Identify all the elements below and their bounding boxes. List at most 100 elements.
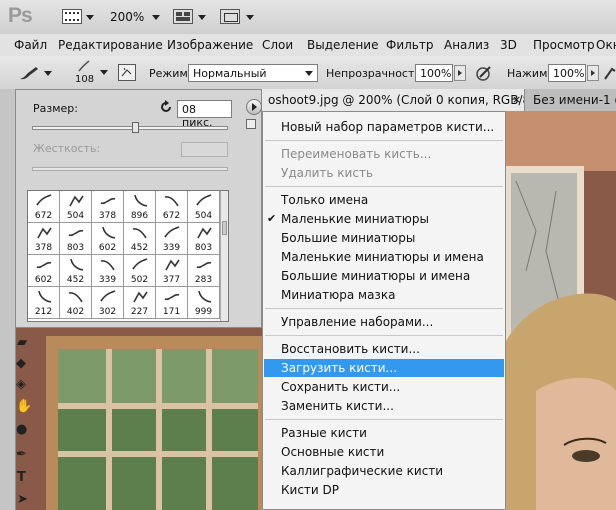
brush-preset-cell[interactable]: 402: [60, 287, 92, 319]
menu-item[interactable]: Управление наборами...: [264, 313, 504, 331]
brush-preset-cell[interactable]: 227: [124, 287, 156, 319]
brush-preset-size: 171: [162, 307, 181, 317]
eraser-tool-alt-icon[interactable]: ◆: [16, 356, 26, 371]
menu-analysis[interactable]: Анализ: [444, 38, 489, 52]
menu-item[interactable]: Маленькие миниатюры и имена: [264, 248, 504, 266]
paint-bucket-tool-icon[interactable]: ◈: [16, 377, 26, 392]
menu-item[interactable]: Новый набор параметров кисти...: [264, 118, 504, 136]
brush-preset-cell[interactable]: 504: [60, 191, 92, 223]
picker-flyout-menu: Новый набор параметров кисти... Переимено…: [262, 111, 506, 510]
dodge-tool-icon[interactable]: ●: [16, 422, 27, 437]
brush-preset-cell[interactable]: 502: [124, 255, 156, 287]
brush-preset-cell[interactable]: 602: [92, 223, 124, 255]
brush-preset-cell[interactable]: 896: [124, 191, 156, 223]
menu-item-label: Новый набор параметров кисти...: [281, 120, 495, 134]
film-strip-icon[interactable]: [62, 9, 82, 24]
path-selection-tool-icon[interactable]: ➤: [17, 492, 28, 507]
menu-item[interactable]: Кисти DP: [264, 481, 504, 499]
flow-slider-button[interactable]: [587, 65, 599, 81]
brush-preset-cell[interactable]: 452: [124, 223, 156, 255]
brush-preset-cell[interactable]: 171: [156, 287, 188, 319]
size-slider-thumb[interactable]: [132, 122, 139, 133]
opacity-input[interactable]: 100%: [415, 64, 453, 82]
brush-preset-cell[interactable]: 339: [92, 255, 124, 287]
brush-preset-cell[interactable]: 378: [92, 191, 124, 223]
menu-file[interactable]: Файл: [14, 38, 47, 52]
menu-item[interactable]: Загрузить кисти...: [264, 359, 504, 377]
opacity-slider-button[interactable]: [454, 65, 466, 81]
brush-preset-cell[interactable]: 378: [28, 223, 60, 255]
brush-preset-cell[interactable]: 803: [60, 223, 92, 255]
menu-item[interactable]: Миниатюра мазка: [264, 286, 504, 304]
menu-item[interactable]: Восстановить кисти...: [264, 340, 504, 358]
type-tool-icon[interactable]: T: [17, 470, 26, 485]
menu-select[interactable]: Выделение: [307, 38, 378, 52]
chevron-down-icon[interactable]: [86, 15, 94, 20]
menu-item[interactable]: Каллиграфические кисти: [264, 462, 504, 480]
menu-filter[interactable]: Фильтр: [386, 38, 433, 52]
eraser-tool-icon[interactable]: ▰: [17, 335, 27, 350]
size-input[interactable]: 08 пикс.: [177, 100, 232, 129]
menu-item[interactable]: Разные кисти: [264, 424, 504, 442]
menu-view[interactable]: Просмотр: [533, 38, 595, 52]
menu-item[interactable]: ✔ Маленькие миниатюры: [264, 210, 504, 228]
tab-document-inactive[interactable]: Без имени-1 @: [527, 89, 616, 111]
tab-close-icon[interactable]: ×: [512, 93, 521, 106]
tab-document-active[interactable]: oshoot9.jpg @ 200% (Слой 0 копия, RGB/8)…: [262, 89, 525, 111]
brush-preset-cell[interactable]: 672: [156, 191, 188, 223]
brush-preset-cell[interactable]: 672: [28, 191, 60, 223]
brush-panel-toggle-icon[interactable]: [118, 64, 136, 81]
brush-stroke-icon: [99, 225, 117, 239]
size-slider-track[interactable]: [32, 122, 228, 133]
mode-select[interactable]: Нормальный: [188, 64, 318, 82]
menu-image[interactable]: Изображение: [167, 38, 253, 52]
menu-3d[interactable]: 3D: [500, 38, 517, 52]
tablet-pressure-opacity-icon[interactable]: [474, 64, 494, 82]
brush-preset-cell[interactable]: 339: [156, 223, 188, 255]
airbrush-icon[interactable]: [603, 65, 616, 81]
picker-menu-button[interactable]: [246, 99, 262, 115]
new-preset-icon[interactable]: [246, 119, 256, 129]
menu-item[interactable]: Только имена: [264, 191, 504, 209]
brush-preset-cell[interactable]: 283: [188, 255, 220, 287]
brush-size-value: 108: [75, 74, 95, 85]
menu-item[interactable]: Большие миниатюры и имена: [264, 267, 504, 285]
zoom-dropdown-icon[interactable]: [152, 15, 160, 20]
brush-preset-cell[interactable]: 452: [60, 255, 92, 287]
screen-mode-icon[interactable]: [220, 9, 240, 24]
brush-preset-cell[interactable]: 377: [156, 255, 188, 287]
menu-layers[interactable]: Слои: [262, 38, 293, 52]
brush-stroke-icon: [163, 257, 181, 271]
menu-item-label: Загрузить кисти...: [281, 361, 398, 375]
brush-preset-cell[interactable]: 803: [188, 223, 220, 255]
brush-preset-cell[interactable]: 302: [92, 287, 124, 319]
menu-edit[interactable]: Редактирование: [58, 38, 163, 52]
menu-item[interactable]: Сохранить кисти...: [264, 378, 504, 396]
menu-item-label: Восстановить кисти...: [281, 342, 420, 356]
flow-input[interactable]: 100%: [548, 64, 586, 82]
brush-preset-size: 999: [194, 307, 213, 317]
zoom-level[interactable]: 200%: [110, 10, 144, 24]
menu-window[interactable]: Окно: [596, 38, 616, 52]
brush-grid-scroll-thumb[interactable]: [222, 221, 227, 235]
menu-item[interactable]: Большие миниатюры: [264, 229, 504, 247]
brush-tool-icon[interactable]: [18, 65, 40, 81]
smudge-tool-icon[interactable]: ✋: [16, 399, 32, 414]
menu-item-label: Большие миниатюры: [281, 231, 416, 245]
brush-grid-scrollbar[interactable]: [220, 191, 228, 321]
brush-preset-cell[interactable]: 212: [28, 287, 60, 319]
pen-tool-icon[interactable]: ✒: [16, 447, 27, 462]
brush-stroke-icon: [195, 225, 213, 239]
arrange-dropdown-icon[interactable]: [198, 15, 206, 20]
reset-size-icon[interactable]: [159, 100, 173, 114]
brush-preset-cell[interactable]: 999: [188, 287, 220, 319]
screen-mode-dropdown-icon[interactable]: [246, 15, 254, 20]
arrange-documents-icon[interactable]: [173, 9, 193, 24]
brush-preset-cell[interactable]: 602: [28, 255, 60, 287]
brush-preset-size: 452: [66, 275, 85, 285]
menu-item[interactable]: Заменить кисти...: [264, 397, 504, 415]
menu-item[interactable]: Основные кисти: [264, 443, 504, 461]
tool-preset-dropdown-icon[interactable]: [44, 71, 52, 76]
brush-preset-cell[interactable]: 504: [188, 191, 220, 223]
brush-picker-dropdown-icon[interactable]: [100, 70, 108, 75]
